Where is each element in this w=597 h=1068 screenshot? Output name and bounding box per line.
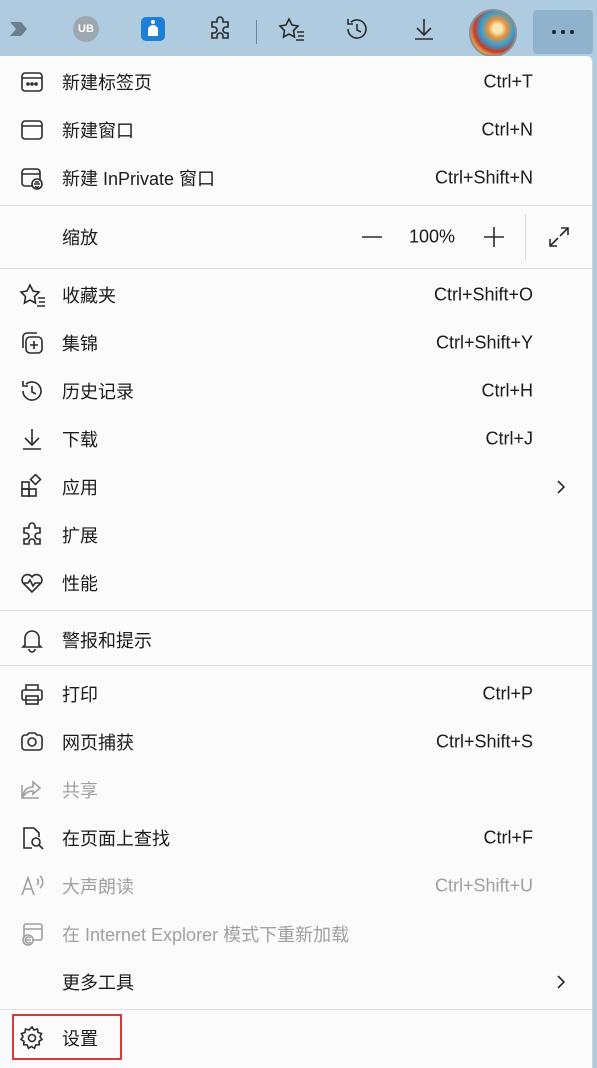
heart-pulse-icon <box>19 570 45 596</box>
menu-divider <box>0 665 593 666</box>
menu-item-shortcut: Ctrl+Shift+U <box>434 875 533 896</box>
more-icon[interactable] <box>533 10 593 54</box>
menu-item-label: 打印 <box>62 685 98 705</box>
menu-item-label: 新建 InPrivate 窗口 <box>62 169 216 189</box>
menu-item-alerts[interactable]: 警报和提示 <box>0 616 593 664</box>
ie-mode-icon <box>19 921 45 947</box>
menu-item-label: 历史记录 <box>62 382 134 402</box>
settings-highlight-box <box>12 1014 122 1060</box>
menu-item-apps[interactable]: 应用 <box>0 463 593 511</box>
menu-item-history[interactable]: 历史记录 Ctrl+H <box>0 367 593 415</box>
menu-item-label: 在 Internet Explorer 模式下重新加载 <box>62 925 350 945</box>
menu-item-shortcut: Ctrl+P <box>482 683 533 704</box>
browser-toolbar: UB <box>0 0 597 58</box>
menu-item-shortcut: Ctrl+T <box>483 71 534 92</box>
menu-item-shortcut: Ctrl+Shift+Y <box>435 332 533 353</box>
menu-item-label: 性能 <box>62 574 98 594</box>
menu-item-shortcut: Ctrl+Shift+S <box>435 731 533 752</box>
favorites-icon[interactable] <box>272 9 312 49</box>
menu-divider <box>0 205 593 206</box>
chevron-right-icon <box>553 479 569 495</box>
menu-item-label: 警报和提示 <box>62 631 152 651</box>
menu-divider <box>0 1009 593 1010</box>
new-window-icon <box>19 117 45 143</box>
menu-item-web-capture[interactable]: 网页捕获 Ctrl+Shift+S <box>0 718 593 766</box>
find-on-page-icon <box>19 825 45 851</box>
web-capture-icon <box>19 729 45 755</box>
ublock-icon[interactable]: UB <box>66 9 106 49</box>
new-tab-icon <box>19 69 45 95</box>
bell-icon <box>19 627 45 653</box>
menu-item-zoom: 缩放 100% <box>0 208 593 266</box>
menu-divider <box>0 268 593 269</box>
menu-item-new-inprivate[interactable]: 新建 InPrivate 窗口 Ctrl+Shift+N <box>0 154 593 202</box>
fullscreen-icon[interactable] <box>547 225 571 249</box>
menu-item-more-tools[interactable]: 更多工具 <box>0 958 593 1006</box>
menu-item-shortcut: Ctrl+F <box>483 827 534 848</box>
menu-item-collections[interactable]: 集锦 Ctrl+Shift+Y <box>0 319 593 367</box>
menu-item-shortcut: Ctrl+J <box>485 428 533 449</box>
toolbar-separator <box>256 20 257 44</box>
collections-icon <box>19 330 45 356</box>
menu-item-label: 扩展 <box>62 526 98 546</box>
menu-item-label: 新建标签页 <box>62 73 152 93</box>
menu-item-share: 共享 <box>0 766 593 814</box>
menu-item-shortcut: Ctrl+Shift+O <box>433 284 533 305</box>
menu-item-find[interactable]: 在页面上查找 Ctrl+F <box>0 814 593 862</box>
menu-item-label: 新建窗口 <box>62 121 134 141</box>
menu-item-label: 缩放 <box>62 228 98 248</box>
read-aloud-icon <box>19 873 45 899</box>
menu-item-new-window[interactable]: 新建窗口 Ctrl+N <box>0 106 593 154</box>
menu-item-label: 更多工具 <box>62 973 134 993</box>
menu-item-downloads[interactable]: 下载 Ctrl+J <box>0 415 593 463</box>
apps-icon <box>19 474 45 500</box>
bird-icon[interactable] <box>133 9 173 49</box>
menu-item-performance[interactable]: 性能 <box>0 559 593 607</box>
menu-item-label: 共享 <box>62 781 98 801</box>
menu-item-new-tab[interactable]: 新建标签页 Ctrl+T <box>0 58 593 106</box>
menu-item-label: 集锦 <box>62 334 98 354</box>
extensions-icon[interactable] <box>200 9 240 49</box>
inprivate-icon <box>19 165 45 191</box>
pin-icon[interactable] <box>0 9 40 49</box>
menu-item-label: 应用 <box>62 478 98 498</box>
profile-avatar[interactable] <box>469 9 517 57</box>
chevron-right-icon <box>553 974 569 990</box>
settings-and-more-menu: 新建标签页 Ctrl+T 新建窗口 Ctrl+N 新建 InPrivate 窗口… <box>0 56 593 1068</box>
menu-item-label: 收藏夹 <box>62 286 116 306</box>
history-icon <box>19 378 45 404</box>
menu-item-shortcut: Ctrl+Shift+N <box>434 167 533 188</box>
downloads-icon <box>19 426 45 452</box>
menu-item-label: 下载 <box>62 430 98 450</box>
zoom-separator <box>525 214 526 260</box>
menu-item-label: 网页捕获 <box>62 733 134 753</box>
menu-divider <box>0 610 593 611</box>
history-icon[interactable] <box>337 9 377 49</box>
favorites-icon <box>19 282 45 308</box>
zoom-out-button[interactable] <box>360 225 384 249</box>
zoom-value: 100% <box>409 226 456 247</box>
menu-item-read-aloud: 大声朗读 Ctrl+Shift+U <box>0 862 593 910</box>
menu-item-ie-mode: 在 Internet Explorer 模式下重新加载 <box>0 910 593 958</box>
printer-icon <box>19 681 45 707</box>
extensions-icon <box>19 522 45 548</box>
ublock-badge: UB <box>73 16 99 42</box>
downloads-icon[interactable] <box>404 9 444 49</box>
menu-item-label: 大声朗读 <box>62 877 134 897</box>
menu-item-favorites[interactable]: 收藏夹 Ctrl+Shift+O <box>0 271 593 319</box>
menu-item-shortcut: Ctrl+H <box>481 380 533 401</box>
menu-item-print[interactable]: 打印 Ctrl+P <box>0 670 593 718</box>
share-icon <box>19 777 45 803</box>
menu-item-label: 在页面上查找 <box>62 829 170 849</box>
zoom-in-button[interactable] <box>482 225 506 249</box>
menu-item-extensions[interactable]: 扩展 <box>0 511 593 559</box>
menu-item-shortcut: Ctrl+N <box>481 119 533 140</box>
